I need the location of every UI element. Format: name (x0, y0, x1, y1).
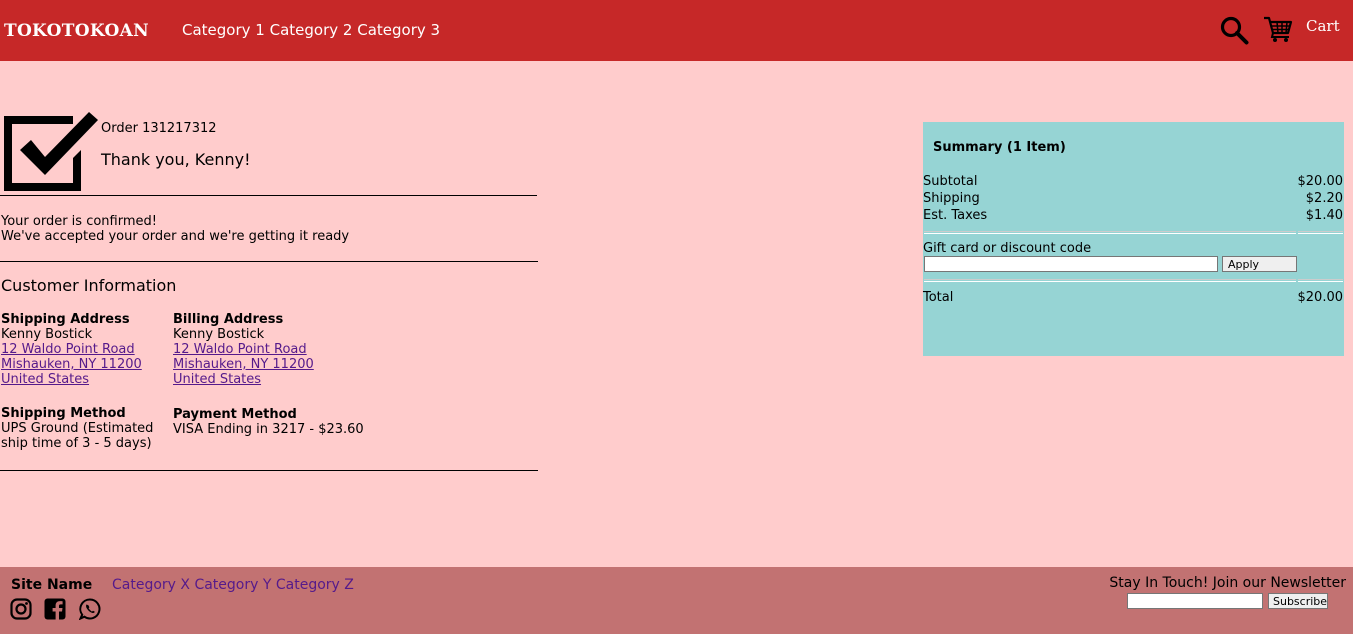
newsletter-label: Stay In Touch! Join our Newsletter (1109, 575, 1346, 591)
whatsapp-icon[interactable] (79, 598, 101, 620)
search-icon[interactable] (1219, 15, 1249, 45)
gift-code-input[interactable] (924, 256, 1218, 272)
site-footer: Site Name Category X Category Y Category… (0, 567, 1353, 634)
billing-country-link[interactable]: United States (173, 372, 314, 387)
subtotal-value: $20.00 (1297, 174, 1344, 189)
billing-address-heading: Billing Address (173, 312, 284, 327)
order-summary-panel: Summary (1 Item) Subtotal $20.00 Shippin… (923, 122, 1344, 356)
footer-category-z[interactable]: Category Z (276, 577, 354, 593)
footer-category-x[interactable]: Category X (112, 577, 190, 593)
total-value: $20.00 (1297, 290, 1344, 305)
shipping-name: Kenny Bostick (1, 327, 93, 342)
top-header: TOKOTOKOAN Category 1 Category 2 Categor… (0, 0, 1353, 61)
payment-method-heading: Payment Method (173, 407, 297, 422)
shipping-row: Shipping $2.20 (923, 191, 1344, 206)
billing-name: Kenny Bostick (173, 327, 265, 342)
billing-city-link[interactable]: Mishauken, NY 11200 (173, 357, 314, 372)
subtotal-row: Subtotal $20.00 (923, 174, 1344, 189)
divider (924, 231, 1296, 234)
divider (924, 279, 1296, 282)
gift-code-label: Gift card or discount code (923, 241, 1092, 256)
total-row: Total $20.00 (923, 290, 1344, 305)
confirmation-line-2: We've accepted your order and we're gett… (1, 229, 350, 244)
confirmation-message: Your order is confirmed! We've accepted … (1, 214, 349, 244)
shipping-city-link[interactable]: Mishauken, NY 11200 (1, 357, 142, 372)
divider (1298, 279, 1343, 282)
brand-logo[interactable]: TOKOTOKOAN (4, 21, 149, 41)
customer-info-heading: Customer Information (1, 276, 177, 295)
instagram-icon[interactable] (10, 598, 32, 620)
shipping-address-block: Shipping Address Kenny Bostick 12 Waldo … (1, 312, 142, 387)
summary-title: Summary (1 Item) (933, 140, 1066, 155)
shipping-label: Shipping (923, 191, 980, 206)
cart-icon[interactable] (1263, 15, 1293, 43)
nav-category-1[interactable]: Category 1 (182, 21, 265, 39)
divider (0, 195, 537, 196)
subtotal-label: Subtotal (923, 174, 978, 189)
nav-category-2[interactable]: Category 2 (270, 21, 353, 39)
shipping-country-link[interactable]: United States (1, 372, 142, 387)
shipping-value: $2.20 (1305, 191, 1343, 206)
total-label: Total (923, 290, 954, 305)
taxes-row: Est. Taxes $1.40 (923, 208, 1344, 223)
apply-button[interactable]: Apply (1222, 256, 1297, 272)
payment-method-block: Payment Method VISA Ending in 3217 - $23… (173, 407, 364, 437)
billing-address-block: Billing Address Kenny Bostick 12 Waldo P… (173, 312, 314, 387)
shipping-method-block: Shipping Method UPS Ground (Estimated sh… (1, 406, 153, 451)
billing-street-link[interactable]: 12 Waldo Point Road (173, 342, 314, 357)
shipping-street-link[interactable]: 12 Waldo Point Road (1, 342, 142, 357)
footer-nav: Category X Category Y Category Z (112, 577, 354, 593)
footer-category-y[interactable]: Category Y (194, 577, 271, 593)
nav-category-3[interactable]: Category 3 (357, 21, 440, 39)
checkbox-checked-icon (4, 112, 98, 191)
divider (0, 470, 538, 471)
taxes-label: Est. Taxes (923, 208, 988, 223)
payment-method-detail: VISA Ending in 3217 - $23.60 (173, 422, 364, 437)
confirmation-line-1: Your order is confirmed! (1, 214, 157, 229)
facebook-icon[interactable] (44, 598, 66, 620)
footer-site-name[interactable]: Site Name (11, 577, 92, 593)
divider (1298, 231, 1343, 234)
divider (0, 261, 538, 262)
newsletter-email-input[interactable] (1127, 593, 1263, 609)
thank-you-heading: Thank you, Kenny! (101, 150, 251, 169)
main-nav: Category 1 Category 2 Category 3 (182, 21, 440, 39)
order-number: Order 131217312 (101, 121, 217, 136)
taxes-value: $1.40 (1305, 208, 1343, 223)
shipping-method-line-1: UPS Ground (Estimated (1, 421, 154, 436)
shipping-method-line-2: ship time of 3 - 5 days) (1, 436, 152, 451)
shipping-address-heading: Shipping Address (1, 312, 130, 327)
subscribe-button[interactable]: Subscribe (1268, 593, 1328, 609)
cart-link[interactable]: Cart (1306, 17, 1340, 35)
shipping-method-heading: Shipping Method (1, 406, 126, 421)
